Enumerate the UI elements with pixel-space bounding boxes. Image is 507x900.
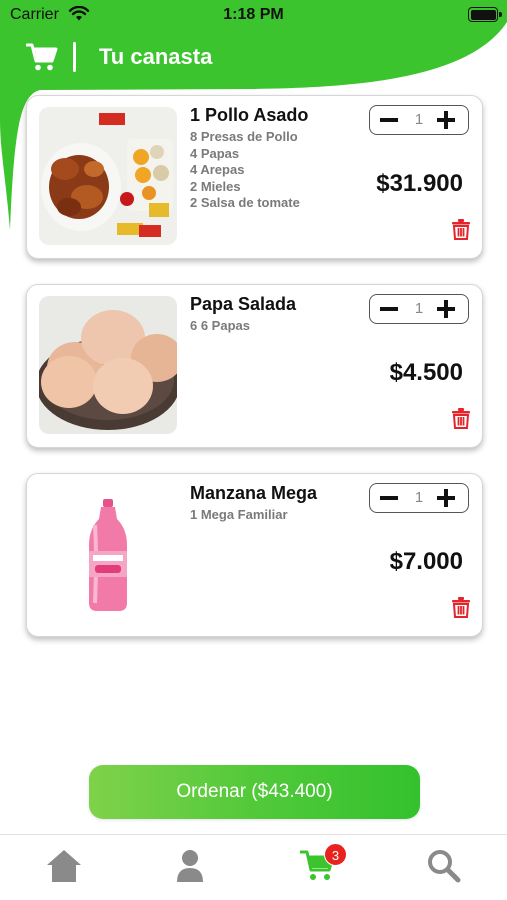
item-name: Manzana Mega [190,483,318,503]
quantity-value: 1 [414,489,424,506]
cart-item-pollo-asado: 1 Pollo Asado 8 Presas de Pollo 4 Papas … [26,95,483,259]
delete-item-button[interactable] [451,218,471,245]
quantity-value: 1 [414,111,424,128]
home-icon [47,850,81,882]
cart-item-manzana-mega: Manzana Mega 1 Mega Familiar 1 $7.000 [26,473,483,637]
clock: 1:18 PM [223,6,284,23]
item-price: $7.000 [389,548,463,575]
cart-item-papa-salada: Papa Salada 6 6 Papas 1 $4.500 [26,284,483,448]
order-button[interactable]: Ordenar ($43.400) [89,765,420,819]
quantity-value: 1 [414,300,424,317]
trash-icon [452,597,470,618]
quantity-stepper: 1 [369,483,469,513]
status-bar: Carrier 1:18 PM [0,0,507,30]
description-line: 2 Salsa de tomate [190,195,300,210]
description-line: 2 Mieles [190,178,241,194]
product-image-pollo-asado [39,107,177,245]
trash-icon [452,219,470,240]
page-title: Tu canasta [99,44,213,69]
description-line: 1 Mega Familiar [190,507,288,522]
item-description: 8 Presas de Pollo 4 Papas 4 Arepas 2 Mie… [190,129,300,212]
quantity-stepper: 1 [369,105,469,135]
search-icon [428,850,461,883]
decrease-quantity-button[interactable] [377,298,401,320]
delete-item-button[interactable] [451,407,471,434]
tab-bar [0,834,507,900]
increase-quantity-button[interactable] [434,298,458,320]
item-description: 6 6 Papas [190,318,250,335]
item-price: $31.900 [376,170,463,197]
cart-count-badge: 3 [324,843,347,866]
cart-icon [25,42,58,77]
increase-quantity-button[interactable] [434,109,458,131]
description-line: 8 Presas de Pollo [190,129,298,144]
tab-search[interactable] [426,848,462,889]
trash-icon [452,408,470,429]
description-line: 6 6 Papas [190,318,250,333]
item-name: 1 Pollo Asado [190,105,309,125]
product-image-manzana-mega [39,485,177,623]
decrease-quantity-button[interactable] [377,487,401,509]
item-description: 1 Mega Familiar [190,507,288,524]
header-divider [73,42,76,72]
item-price: $4.500 [389,359,463,386]
delete-item-button[interactable] [451,596,471,623]
tab-home[interactable] [45,848,83,889]
quantity-stepper: 1 [369,294,469,324]
increase-quantity-button[interactable] [434,487,458,509]
battery-icon [468,7,502,22]
decrease-quantity-button[interactable] [377,109,401,131]
item-name: Papa Salada [190,294,297,314]
description-line: 4 Arepas [190,162,245,177]
top-bar: Tu canasta [0,38,507,78]
tab-profile[interactable] [175,848,205,889]
product-image-papa-salada [39,296,177,434]
description-line: 4 Papas [190,145,240,161]
profile-icon [177,850,203,882]
